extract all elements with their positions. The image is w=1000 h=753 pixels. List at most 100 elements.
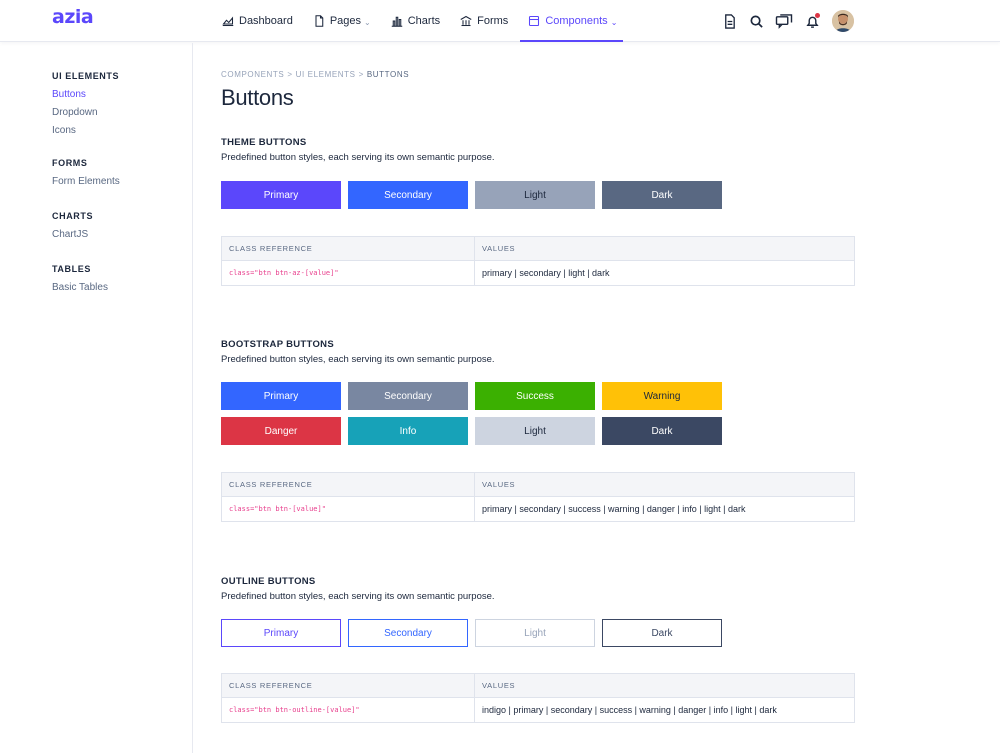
section-description: Predefined button styles, each serving i… xyxy=(221,354,495,365)
chevron-down-icon: ⌄ xyxy=(610,17,618,27)
sidebar-section-charts: CHARTS ChartJS xyxy=(52,211,93,247)
main-nav: Dashboard Pages ⌄ Charts Forms Component… xyxy=(222,0,637,42)
bar-chart-icon xyxy=(391,16,402,27)
sidebar-item-chartjs[interactable]: ChartJS xyxy=(52,229,93,240)
table-row: class="btn btn-[value]" primary | second… xyxy=(221,496,855,522)
document-icon[interactable] xyxy=(721,13,737,29)
breadcrumb: COMPONENTS > UI ELEMENTS > BUTTONS xyxy=(221,70,409,79)
class-values: indigo | primary | secondary | success |… xyxy=(474,697,855,723)
bell-icon[interactable] xyxy=(804,13,820,29)
class-reference-code: class="btn btn-outline-[value]" xyxy=(221,697,475,723)
sidebar-section-title: UI ELEMENTS xyxy=(52,71,120,81)
column-header-values: VALUES xyxy=(474,236,855,261)
theme-class-reference-table: CLASS REFERENCE VALUES class="btn btn-az… xyxy=(221,236,855,286)
document-icon xyxy=(315,15,324,27)
light-button[interactable]: Light xyxy=(475,417,595,445)
class-reference-code: class="btn btn-[value]" xyxy=(221,496,475,522)
bootstrap-buttons-row-2: Danger Info Light Dark xyxy=(221,417,729,445)
table-header-row: CLASS REFERENCE VALUES xyxy=(221,472,855,497)
class-values: primary | secondary | success | warning … xyxy=(474,496,855,522)
section-title: OUTLINE BUTTONS xyxy=(221,576,316,587)
breadcrumb-item[interactable]: UI ELEMENTS xyxy=(296,70,356,79)
bootstrap-class-reference-table: CLASS REFERENCE VALUES class="btn btn-[v… xyxy=(221,472,855,522)
nav-label: Dashboard xyxy=(239,15,293,27)
table-header-row: CLASS REFERENCE VALUES xyxy=(221,236,855,261)
avatar[interactable] xyxy=(832,10,854,32)
nav-label: Charts xyxy=(407,15,441,27)
sidebar-item-basic-tables[interactable]: Basic Tables xyxy=(52,282,108,293)
warning-button[interactable]: Warning xyxy=(602,382,722,410)
danger-button[interactable]: Danger xyxy=(221,417,341,445)
outline-buttons-row: Primary Secondary Light Dark xyxy=(221,619,729,647)
outline-buttons-section: OUTLINE BUTTONS Predefined button styles… xyxy=(221,576,855,602)
sidebar-item-dropdown[interactable]: Dropdown xyxy=(52,107,119,118)
sidebar-section-title: TABLES xyxy=(52,264,91,274)
sidebar-section-title: FORMS xyxy=(52,158,88,168)
primary-button[interactable]: Primary xyxy=(221,181,341,209)
search-icon[interactable] xyxy=(748,13,764,29)
nav-forms[interactable]: Forms xyxy=(460,0,508,42)
class-reference-code: class="btn btn-az-[value]" xyxy=(221,260,475,286)
primary-button[interactable]: Primary xyxy=(221,382,341,410)
dark-button[interactable]: Dark xyxy=(602,181,722,209)
class-values: primary | secondary | light | dark xyxy=(474,260,855,286)
nav-pages[interactable]: Pages ⌄ xyxy=(313,0,371,42)
column-header-class-reference: CLASS REFERENCE xyxy=(221,472,475,497)
breadcrumb-separator: > xyxy=(287,70,293,79)
box-icon xyxy=(529,15,540,27)
secondary-button[interactable]: Secondary xyxy=(348,181,468,209)
sidebar-section-tables: TABLES Basic Tables xyxy=(52,264,108,300)
sidebar-item-form-elements[interactable]: Form Elements xyxy=(52,176,120,187)
bootstrap-buttons-section: BOOTSTRAP BUTTONS Predefined button styl… xyxy=(221,339,855,365)
nav-charts[interactable]: Charts xyxy=(391,0,440,42)
sidebar-item-buttons[interactable]: Buttons xyxy=(52,89,119,100)
chart-area-icon xyxy=(222,16,234,27)
section-title: BOOTSTRAP BUTTONS xyxy=(221,339,334,350)
bootstrap-buttons-row-1: Primary Secondary Success Warning xyxy=(221,382,729,410)
nav-label: Pages xyxy=(329,15,362,27)
sidebar: UI ELEMENTS Buttons Dropdown Icons FORMS… xyxy=(0,43,193,753)
sidebar-section-ui-elements: UI ELEMENTS Buttons Dropdown Icons xyxy=(52,71,119,143)
success-button[interactable]: Success xyxy=(475,382,595,410)
column-header-values: VALUES xyxy=(474,673,855,698)
sidebar-item-icons[interactable]: Icons xyxy=(52,125,119,136)
chevron-down-icon: ⌄ xyxy=(364,17,371,27)
column-header-class-reference: CLASS REFERENCE xyxy=(221,236,475,261)
nav-dashboard[interactable]: Dashboard xyxy=(222,0,293,42)
dark-button[interactable]: Dark xyxy=(602,417,722,445)
nav-components[interactable]: Components ⌄ xyxy=(520,0,624,42)
light-button[interactable]: Light xyxy=(475,619,595,647)
page-title: Buttons xyxy=(221,85,294,110)
primary-button[interactable]: Primary xyxy=(221,619,341,647)
light-button[interactable]: Light xyxy=(475,181,595,209)
table-row: class="btn btn-az-[value]" primary | sec… xyxy=(221,260,855,286)
theme-buttons-row: Primary Secondary Light Dark xyxy=(221,181,729,209)
secondary-button[interactable]: Secondary xyxy=(348,382,468,410)
nav-label: Forms xyxy=(477,15,509,27)
section-description: Predefined button styles, each serving i… xyxy=(221,152,495,163)
section-description: Predefined button styles, each serving i… xyxy=(221,591,495,602)
header-actions xyxy=(710,0,854,42)
nav-label: Components xyxy=(545,15,608,27)
notification-badge xyxy=(815,13,820,18)
secondary-button[interactable]: Secondary xyxy=(348,619,468,647)
logo[interactable]: azia xyxy=(52,6,94,28)
table-header-row: CLASS REFERENCE VALUES xyxy=(221,673,855,698)
breadcrumb-current: BUTTONS xyxy=(366,70,410,79)
outline-class-reference-table: CLASS REFERENCE VALUES class="btn btn-ou… xyxy=(221,673,855,723)
sidebar-section-forms: FORMS Form Elements xyxy=(52,158,120,194)
chat-icon[interactable] xyxy=(775,13,793,29)
column-header-values: VALUES xyxy=(474,472,855,497)
sidebar-section-title: CHARTS xyxy=(52,211,94,221)
dark-button[interactable]: Dark xyxy=(602,619,722,647)
breadcrumb-separator: > xyxy=(358,70,364,79)
top-header: azia Dashboard Pages ⌄ Charts Forms Comp… xyxy=(0,0,1000,42)
user-photo-icon xyxy=(832,10,854,32)
section-title: THEME BUTTONS xyxy=(221,137,307,148)
info-button[interactable]: Info xyxy=(348,417,468,445)
bank-icon xyxy=(460,15,472,27)
breadcrumb-item[interactable]: COMPONENTS xyxy=(221,70,284,79)
theme-buttons-section: THEME BUTTONS Predefined button styles, … xyxy=(221,137,855,163)
column-header-class-reference: CLASS REFERENCE xyxy=(221,673,475,698)
table-row: class="btn btn-outline-[value]" indigo |… xyxy=(221,697,855,723)
